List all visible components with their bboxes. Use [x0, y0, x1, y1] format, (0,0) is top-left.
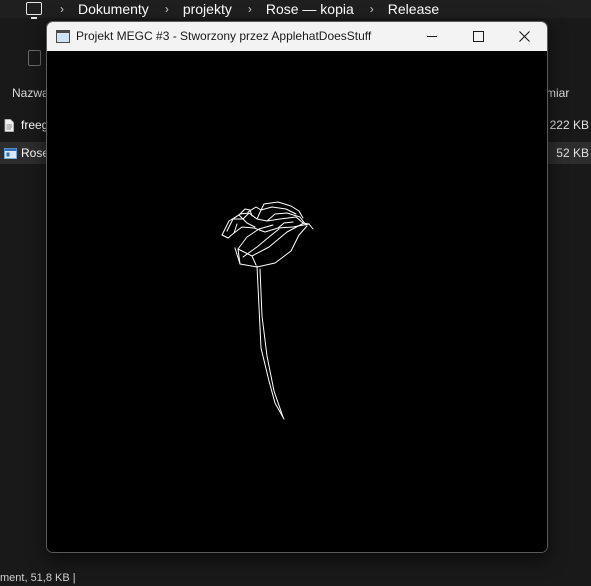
window-app-icon [56, 30, 70, 43]
monitor-icon [26, 1, 42, 19]
window-title: Projekt MEGC #3 - Stworzony przez Appleh… [76, 29, 372, 43]
minimize-button[interactable] [409, 22, 455, 51]
breadcrumb-label: Rose — kopia [265, 1, 354, 17]
file-size: 52 KB [556, 146, 589, 160]
column-header-size[interactable]: miar [546, 86, 569, 100]
maximize-icon [472, 31, 484, 42]
document-icon [4, 118, 14, 132]
rose-drawing [221, 201, 314, 420]
chevron-right-icon: › [247, 2, 252, 16]
file-size: 222 KB [549, 118, 589, 132]
file-name: Rose [21, 146, 50, 160]
close-button[interactable] [501, 22, 547, 51]
close-icon [518, 31, 530, 42]
breadcrumb-item-dokumenty[interactable]: Dokumenty › [78, 0, 183, 18]
breadcrumb-item-rose-kopia[interactable]: Rose — kopia › [266, 0, 388, 18]
breadcrumb-label: Dokumenty [78, 1, 149, 17]
chevron-right-icon: › [60, 2, 64, 16]
chevron-right-icon: › [164, 2, 169, 16]
column-header-name[interactable]: Nazwa [12, 86, 49, 100]
breadcrumb-item-projekty[interactable]: projekty › [183, 0, 266, 18]
breadcrumb-label: projekty [182, 1, 232, 17]
minimize-icon [427, 36, 437, 37]
this-pc-button[interactable]: › [0, 0, 78, 19]
status-bar-text: ment, 51,8 KB | [0, 572, 76, 584]
chevron-right-icon: › [369, 2, 374, 16]
rose-app-window[interactable]: Projekt MEGC #3 - Stworzony przez Appleh… [46, 21, 548, 553]
breadcrumb-label: Release [387, 1, 440, 17]
breadcrumb-item-release[interactable]: Release [388, 0, 439, 18]
address-bar[interactable]: › Dokumenty › projekty › Rose — kopia › … [0, 0, 591, 19]
clipboard-icon[interactable] [28, 50, 41, 66]
title-bar[interactable]: Projekt MEGC #3 - Stworzony przez Appleh… [47, 22, 547, 51]
drawing-canvas[interactable] [47, 51, 547, 552]
application-icon [4, 147, 17, 159]
maximize-button[interactable] [455, 22, 501, 51]
file-name: freeg [21, 118, 49, 132]
